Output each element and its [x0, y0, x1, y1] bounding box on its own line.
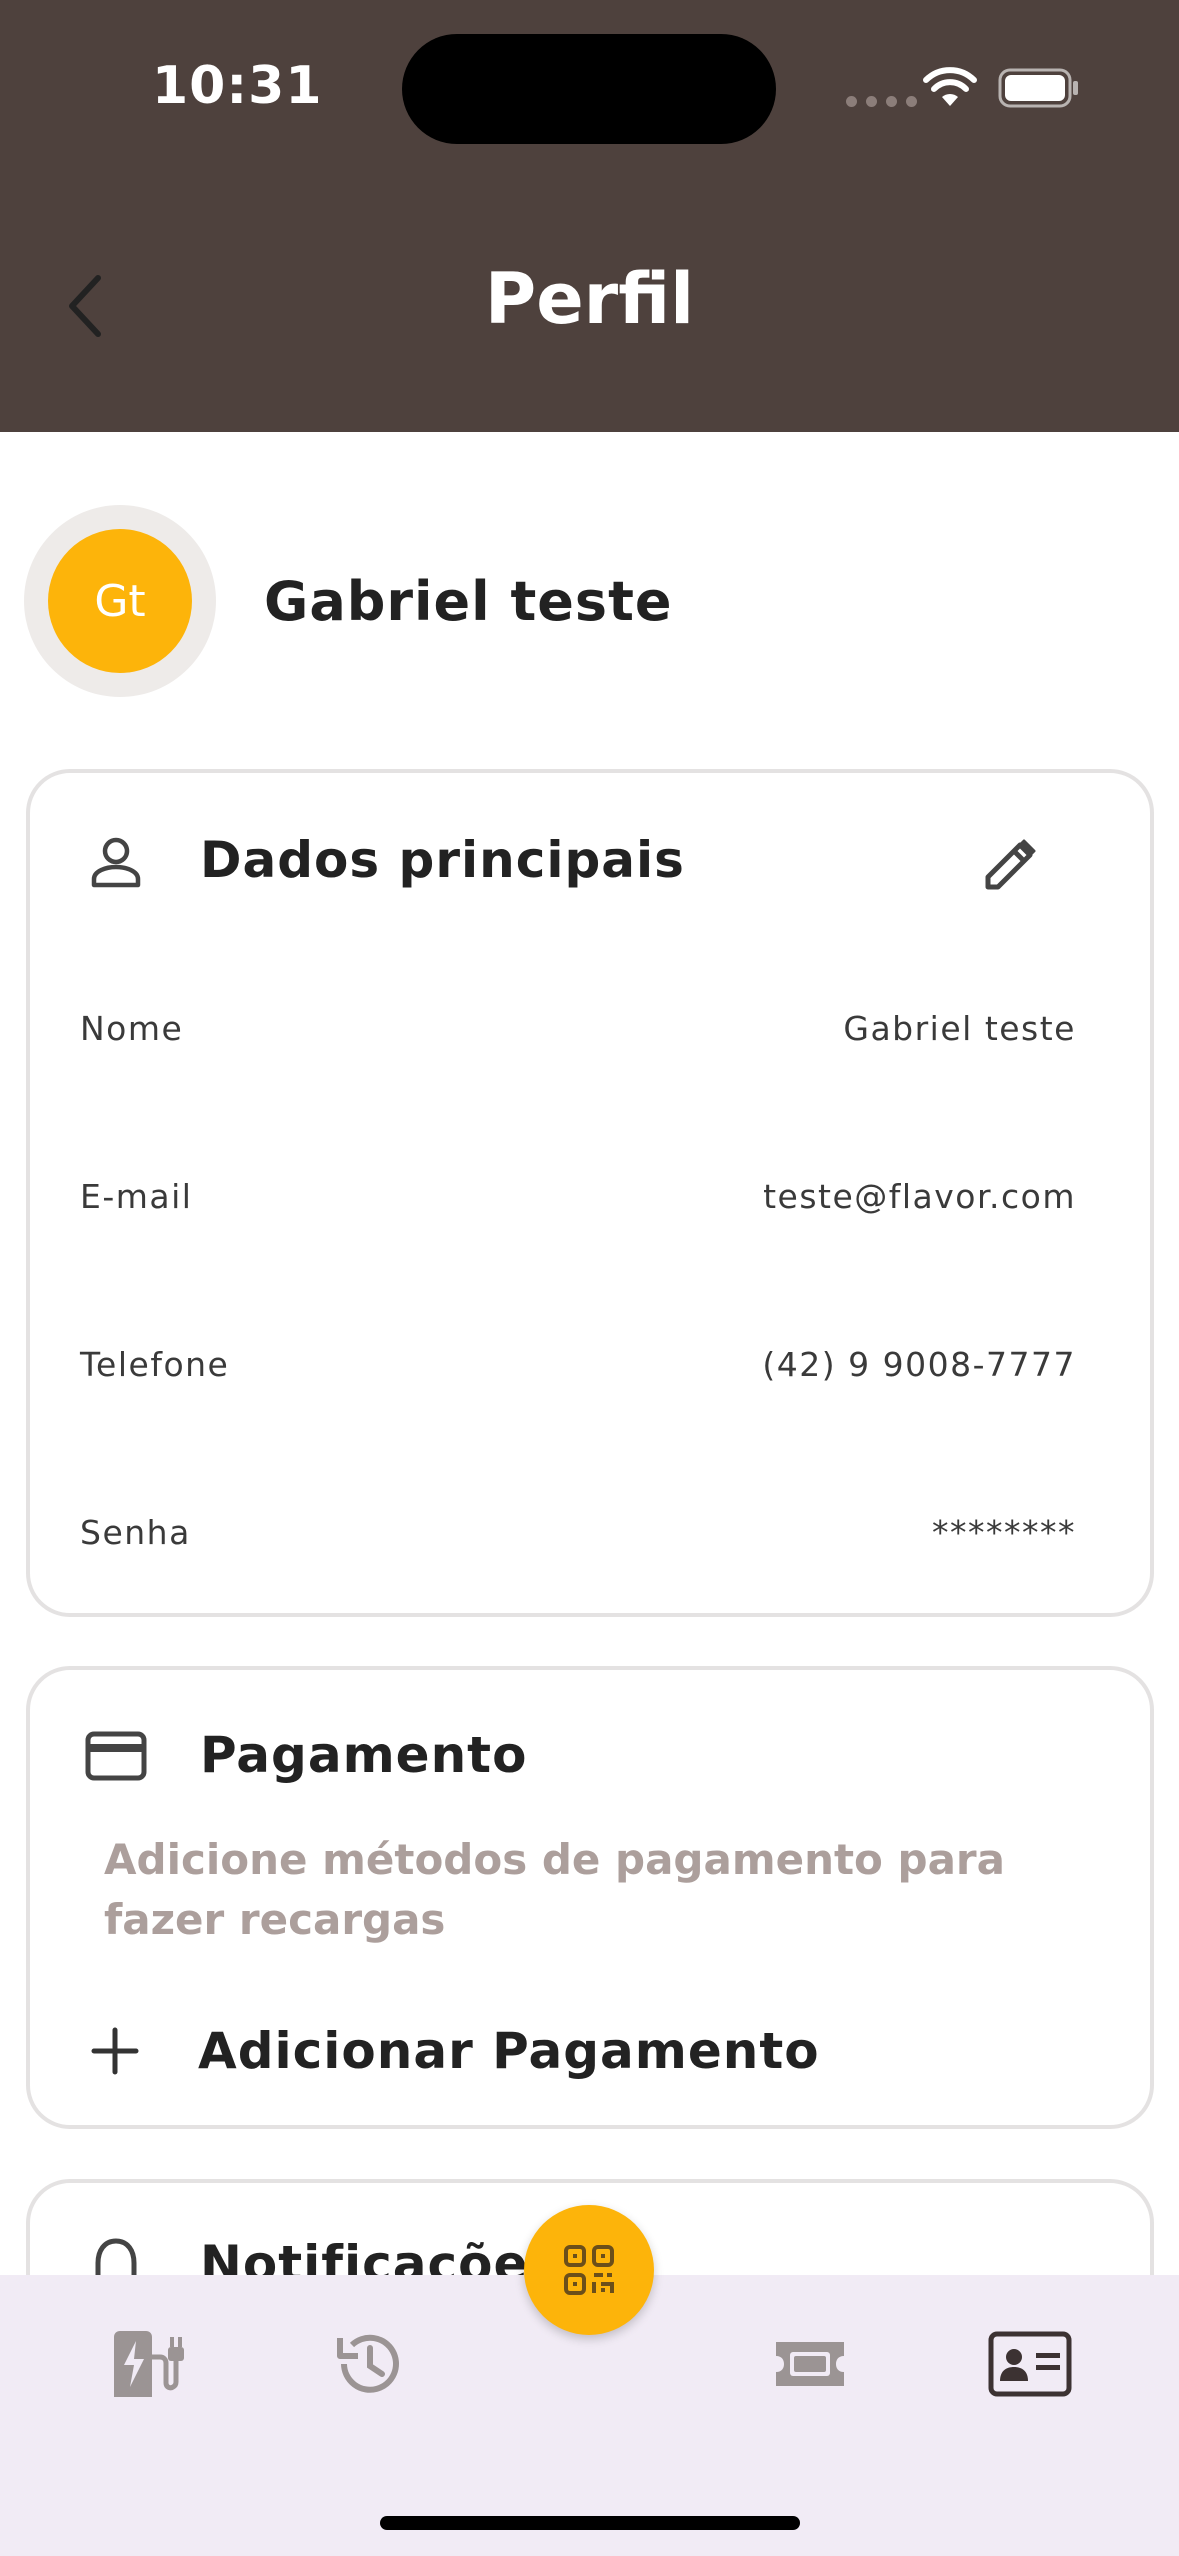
plus-icon	[91, 2027, 139, 2075]
phone-value: (42) 9 9008-7777	[762, 1344, 1076, 1384]
profile-screen: 10:31 Perfil Gt Gabriel teste Dados prin…	[0, 0, 1179, 2556]
battery-icon	[998, 68, 1078, 108]
qr-code-icon	[564, 2245, 614, 2295]
main-data-title: Dados principais	[200, 831, 685, 889]
wifi-icon	[923, 67, 977, 106]
add-payment-label: Adicionar Pagamento	[198, 2022, 820, 2080]
nav-history[interactable]	[320, 2322, 416, 2406]
password-row: Senha ********	[80, 1502, 1076, 1562]
payment-hint: Adicione métodos de pagamento para fazer…	[104, 1835, 1005, 1944]
page-title: Perfil	[484, 258, 695, 340]
email-value: teste@flavor.com	[763, 1176, 1076, 1216]
phone-label: Telefone	[80, 1344, 230, 1384]
qr-scan-button[interactable]	[524, 2205, 654, 2335]
id-card-icon	[988, 2331, 1072, 2397]
email-row: E-mail teste@flavor.com	[80, 1166, 1076, 1226]
email-label: E-mail	[80, 1176, 193, 1216]
credit-card-icon	[85, 1731, 147, 1781]
password-label: Senha	[80, 1512, 191, 1552]
nav-vouchers[interactable]	[762, 2322, 858, 2406]
edit-button[interactable]	[974, 829, 1046, 901]
person-icon	[91, 837, 141, 888]
pencil-icon	[985, 839, 1036, 890]
add-payment-button[interactable]: Adicionar Pagamento	[90, 2006, 1110, 2096]
nav-charging[interactable]	[100, 2322, 196, 2406]
ticket-icon	[776, 2342, 844, 2386]
cellular-signal-icon	[846, 96, 917, 107]
payment-card: Pagamento Adicione métodos de pagamento …	[26, 1666, 1154, 2129]
name-label: Nome	[80, 1008, 184, 1048]
name-row: Nome Gabriel teste	[80, 998, 1076, 1058]
password-value: ********	[932, 1512, 1076, 1552]
dynamic-island	[402, 34, 776, 144]
profile-name: Gabriel teste	[264, 570, 673, 633]
ev-charger-icon	[114, 2331, 184, 2397]
status-time: 10:31	[152, 56, 323, 116]
app-header: 10:31 Perfil	[0, 0, 1179, 432]
history-icon	[337, 2334, 399, 2393]
nav-profile[interactable]	[982, 2322, 1078, 2406]
name-value: Gabriel teste	[843, 1008, 1076, 1048]
main-data-card: Dados principais Nome Gabriel teste E-ma…	[26, 769, 1154, 1617]
payment-title: Pagamento	[200, 1726, 528, 1784]
home-indicator	[380, 2516, 800, 2530]
phone-row: Telefone (42) 9 9008-7777	[80, 1334, 1076, 1394]
avatar[interactable]: Gt	[48, 529, 192, 673]
